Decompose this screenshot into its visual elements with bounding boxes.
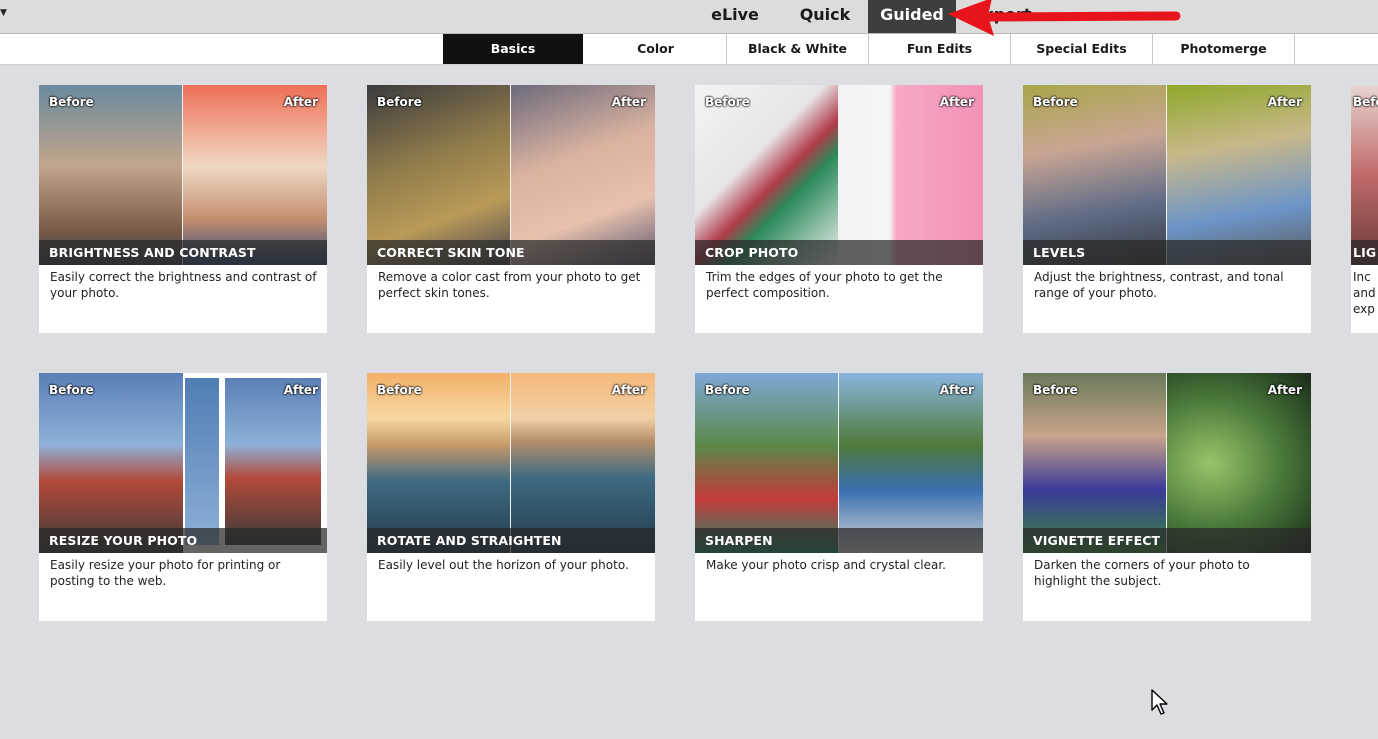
card-description: Easily correct the brightness and contra… xyxy=(50,270,317,300)
card-description: Darken the corners of your photo to high… xyxy=(1034,558,1250,588)
card-title: CORRECT SKIN TONE xyxy=(367,240,655,265)
card-sharpen[interactable]: Before After SHARPEN Make your photo cri… xyxy=(695,373,983,621)
card-thumbnail: Before After ROTATE AND STRAIGHTEN xyxy=(367,373,655,553)
card-thumbnail: Before After CORRECT SKIN TONE xyxy=(367,85,655,265)
card-description: Inc and exp xyxy=(1353,270,1376,316)
card-description: Adjust the brightness, contrast, and ton… xyxy=(1034,270,1284,300)
mode-tab-quick[interactable]: Quick xyxy=(790,0,860,33)
card-description: Easily resize your photo for printing or… xyxy=(50,558,281,588)
mode-tab-elive[interactable]: eLive xyxy=(700,0,770,33)
card-thumbnail: Before After BRIGHTNESS AND CONTRAST xyxy=(39,85,327,265)
card-thumbnail: Before LIG xyxy=(1351,85,1378,265)
card-resize-photo[interactable]: Before After RESIZE YOUR PHOTO Easily re… xyxy=(39,373,327,621)
card-thumbnail: Before After CROP PHOTO xyxy=(695,85,983,265)
card-thumbnail: Before After LEVELS xyxy=(1023,85,1311,265)
card-title: CROP PHOTO xyxy=(695,240,983,265)
before-label: Before xyxy=(49,95,94,109)
card-title: LEVELS xyxy=(1023,240,1311,265)
tab-basics[interactable]: Basics xyxy=(443,34,583,64)
after-label: After xyxy=(611,95,646,109)
card-description: Trim the edges of your photo to get the … xyxy=(706,270,943,300)
after-label: After xyxy=(283,95,318,109)
card-brightness-contrast[interactable]: Before After BRIGHTNESS AND CONTRAST Eas… xyxy=(39,85,327,333)
after-label: After xyxy=(939,95,974,109)
card-thumbnail: Before After RESIZE YOUR PHOTO xyxy=(39,373,327,553)
card-title: ROTATE AND STRAIGHTEN xyxy=(367,528,655,553)
card-title: RESIZE YOUR PHOTO xyxy=(39,528,327,553)
card-lighten-darken-partial[interactable]: Before LIG Inc and exp xyxy=(1351,85,1378,333)
before-label: Before xyxy=(1033,95,1078,109)
card-description: Make your photo crisp and crystal clear. xyxy=(706,558,946,572)
card-thumbnail: Before After SHARPEN xyxy=(695,373,983,553)
before-label: Before xyxy=(377,383,422,397)
card-levels[interactable]: Before After LEVELS Adjust the brightnes… xyxy=(1023,85,1311,333)
before-label: Before xyxy=(1353,95,1378,109)
before-label: Before xyxy=(49,383,94,397)
after-label: After xyxy=(283,383,318,397)
card-description: Remove a color cast from your photo to g… xyxy=(378,270,641,300)
card-rotate-straighten[interactable]: Before After ROTATE AND STRAIGHTEN Easil… xyxy=(367,373,655,621)
before-label: Before xyxy=(705,383,750,397)
mouse-cursor-icon xyxy=(1151,689,1168,715)
before-label: Before xyxy=(377,95,422,109)
tab-color[interactable]: Color xyxy=(585,34,727,64)
card-thumbnail: Before After VIGNETTE EFFECT xyxy=(1023,373,1311,553)
red-arrow-icon xyxy=(948,0,1181,36)
dropdown-caret-icon[interactable]: ▼ xyxy=(0,8,7,18)
card-title: VIGNETTE EFFECT xyxy=(1023,528,1311,553)
card-vignette-effect[interactable]: Before After VIGNETTE EFFECT Darken the … xyxy=(1023,373,1311,621)
before-label: Before xyxy=(1033,383,1078,397)
card-title: LIG xyxy=(1351,240,1378,265)
after-label: After xyxy=(939,383,974,397)
after-label: After xyxy=(1267,95,1302,109)
tab-black-white[interactable]: Black & White xyxy=(727,34,869,64)
before-label: Before xyxy=(705,95,750,109)
card-title: SHARPEN xyxy=(695,528,983,553)
after-label: After xyxy=(611,383,646,397)
card-title: BRIGHTNESS AND CONTRAST xyxy=(39,240,327,265)
card-crop-photo[interactable]: Before After CROP PHOTO Trim the edges o… xyxy=(695,85,983,333)
card-correct-skin-tone[interactable]: Before After CORRECT SKIN TONE Remove a … xyxy=(367,85,655,333)
card-description: Easily level out the horizon of your pho… xyxy=(378,558,629,572)
after-label: After xyxy=(1267,383,1302,397)
